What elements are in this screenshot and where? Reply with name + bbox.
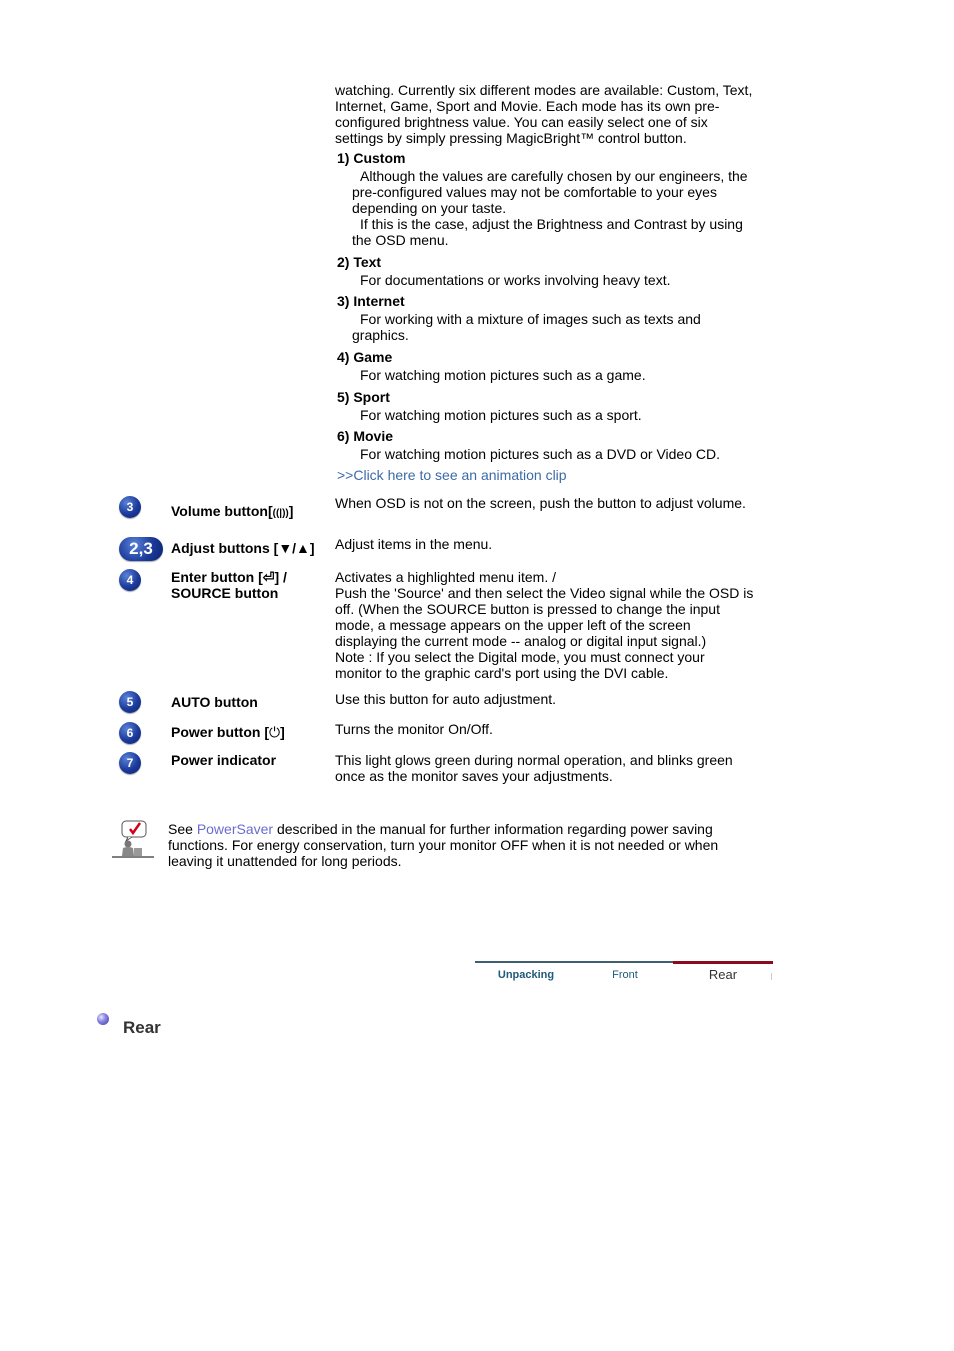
power-icon: ⏻ xyxy=(269,724,281,740)
down-up-arrows-icon: ▼/▲ xyxy=(278,540,310,556)
enter-icon: ⏎ xyxy=(262,569,275,585)
mode-internet: 3) Internet For working with a mixture o… xyxy=(337,293,757,343)
mode-title: 2) Text xyxy=(337,254,382,270)
note-check-icon xyxy=(112,820,156,858)
badge-2-3: 2,3 xyxy=(119,537,163,561)
tab-unpacking[interactable]: Unpacking xyxy=(475,961,577,987)
volume-button-desc: When OSD is not on the screen, push the … xyxy=(335,495,746,511)
powersaver-link[interactable]: PowerSaver xyxy=(197,821,273,837)
mode-title: 1) Custom xyxy=(337,150,406,166)
enter-source-button-desc: Activates a highlighted menu item. / Pus… xyxy=(335,569,754,681)
badge-3: 3 xyxy=(119,496,141,518)
power-indicator-label: Power indicator xyxy=(171,752,277,768)
power-button-label: Power button [⏻] xyxy=(171,724,285,740)
mode-desc-2: If this is the case, adjust the Brightne… xyxy=(352,216,743,248)
section-heading: Rear xyxy=(123,1018,161,1037)
intro-paragraph: watching. Currently six different modes … xyxy=(335,82,753,146)
animation-clip-link[interactable]: >>Click here to see an animation clip xyxy=(337,467,567,483)
mode-title: 3) Internet xyxy=(337,293,405,309)
section-tabs: Unpacking Front Rear xyxy=(475,961,773,987)
mode-title: 6) Movie xyxy=(337,428,394,444)
mode-title: 4) Game xyxy=(337,349,393,365)
mode-custom: 1) Custom Although the values are carefu… xyxy=(337,150,757,248)
mode-desc: For watching motion pictures such as a g… xyxy=(360,367,646,383)
badge-7: 7 xyxy=(119,752,141,774)
tab-front[interactable]: Front xyxy=(577,961,673,987)
tab-rear[interactable]: Rear xyxy=(673,961,773,987)
note-text: See PowerSaver described in the manual f… xyxy=(168,821,719,869)
badge-4: 4 xyxy=(119,569,141,591)
mode-desc: Although the values are carefully chosen… xyxy=(352,168,748,216)
badge-5: 5 xyxy=(119,691,141,713)
mode-desc: For documentations or works involving he… xyxy=(360,272,671,288)
mode-desc: For watching motion pictures such as a s… xyxy=(360,407,642,423)
enter-source-button-label: Enter button [⏎] / SOURCE button xyxy=(171,569,287,601)
mode-sport: 5) Sport For watching motion pictures su… xyxy=(337,389,757,423)
power-indicator-desc: This light glows green during normal ope… xyxy=(335,752,733,784)
mode-desc: For watching motion pictures such as a D… xyxy=(360,446,721,462)
mode-title: 5) Sport xyxy=(337,389,390,405)
adjust-buttons-desc: Adjust items in the menu. xyxy=(335,536,493,552)
auto-button-desc: Use this button for auto adjustment. xyxy=(335,691,557,707)
mode-text: 2) Text For documentations or works invo… xyxy=(337,254,757,288)
adjust-buttons-label: Adjust buttons [▼/▲] xyxy=(171,540,315,556)
auto-button-label: AUTO button xyxy=(171,694,258,710)
tab-separator xyxy=(771,973,772,980)
badge-6: 6 xyxy=(119,722,141,744)
mode-game: 4) Game For watching motion pictures suc… xyxy=(337,349,757,383)
power-button-desc: Turns the monitor On/Off. xyxy=(335,721,493,737)
mode-movie: 6) Movie For watching motion pictures su… xyxy=(337,428,757,462)
volume-icon: ((|)) xyxy=(272,508,289,519)
volume-button-label: Volume button[((|))] xyxy=(171,503,294,519)
bullet-icon xyxy=(97,1013,109,1025)
mode-desc: For working with a mixture of images suc… xyxy=(352,311,701,343)
